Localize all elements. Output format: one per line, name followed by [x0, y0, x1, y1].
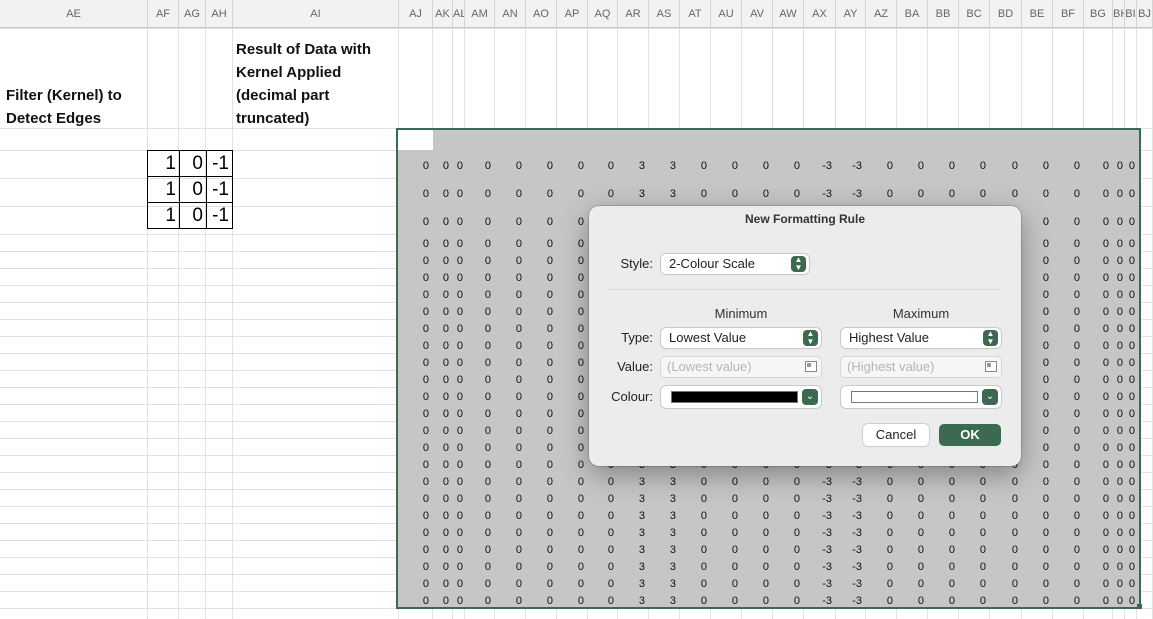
kernel-cell[interactable]: 1	[147, 176, 180, 203]
maximum-header: Maximum	[892, 306, 950, 321]
column-header[interactable]: AU	[711, 0, 742, 28]
colour-label: Colour:	[611, 389, 653, 404]
column-header[interactable]: BD	[990, 0, 1022, 28]
type-label: Type:	[621, 330, 653, 345]
kernel-cell[interactable]: -1	[206, 150, 233, 177]
column-header[interactable]: AO	[526, 0, 557, 28]
kernel-cell[interactable]: -1	[206, 202, 233, 229]
column-header[interactable]: AL	[453, 0, 465, 28]
ok-button[interactable]: OK	[939, 424, 1001, 446]
cancel-button[interactable]: Cancel	[863, 424, 929, 446]
column-header[interactable]: AZ	[866, 0, 897, 28]
filter-label: Filter (Kernel) to Detect Edges	[6, 84, 122, 130]
grid-hline	[0, 28, 1153, 29]
column-header[interactable]: BA	[897, 0, 928, 28]
column-header[interactable]: BE	[1022, 0, 1053, 28]
column-header[interactable]: AW	[773, 0, 804, 28]
column-header[interactable]: AP	[557, 0, 588, 28]
column-header[interactable]: BJ	[1137, 0, 1153, 28]
column-header[interactable]: BC	[959, 0, 990, 28]
result-label: Result of Data with Kernel Applied (deci…	[236, 38, 371, 130]
value-label: Value:	[617, 359, 653, 374]
maximum-value-placeholder: (Highest value)	[847, 359, 935, 374]
maximum-colour-picker[interactable]: ⌄	[841, 386, 1001, 408]
result-label-line1: Result of Data with	[236, 41, 372, 58]
column-header[interactable]: AI	[233, 0, 399, 28]
filter-label-line2: Detect Edges	[6, 110, 102, 127]
maximum-type-value: Highest Value	[849, 330, 929, 345]
minimum-header: Minimum	[714, 306, 768, 321]
style-select[interactable]: 2-Colour Scale ▲ ▼	[661, 254, 809, 274]
column-header[interactable]: AH	[206, 0, 233, 28]
kernel-cell[interactable]: 0	[179, 150, 207, 177]
column-header[interactable]: BH	[1113, 0, 1125, 28]
grid-vline	[205, 28, 206, 619]
kernel-row: 1 0 -1	[147, 176, 233, 203]
result-label-line3: (decimal part	[236, 87, 330, 104]
column-header[interactable]: AQ	[588, 0, 618, 28]
kernel-cell[interactable]: 1	[147, 202, 180, 229]
column-header[interactable]: AS	[649, 0, 680, 28]
grid-vline	[232, 28, 233, 619]
minimum-type-value: Lowest Value	[669, 330, 747, 345]
style-label: Style:	[620, 256, 653, 271]
maximum-colour-swatch	[851, 391, 978, 403]
column-header[interactable]: BF	[1053, 0, 1084, 28]
dialog-separator	[609, 289, 1001, 290]
fill-handle[interactable]	[1137, 604, 1142, 609]
minimum-type-select[interactable]: Lowest Value ▲ ▼	[661, 328, 821, 348]
minimum-colour-picker[interactable]: ⌄	[661, 386, 821, 408]
minimum-colour-swatch	[671, 391, 798, 403]
kernel-cell[interactable]: 0	[179, 202, 207, 229]
column-header[interactable]: AR	[618, 0, 649, 28]
column-header[interactable]: BI	[1125, 0, 1137, 28]
kernel-cell[interactable]: 0	[179, 176, 207, 203]
column-header[interactable]: AG	[179, 0, 206, 28]
kernel-matrix: 1 0 -1 1 0 -1 1 0 -1	[147, 150, 233, 229]
chevron-down-icon: ⌄	[802, 389, 818, 405]
column-header[interactable]: BG	[1084, 0, 1113, 28]
column-header[interactable]: AN	[495, 0, 526, 28]
up-down-stepper-icon: ▲ ▼	[803, 330, 818, 346]
kernel-row: 1 0 -1	[147, 150, 233, 177]
grid-vline	[147, 28, 148, 619]
column-header[interactable]: AE	[0, 0, 148, 28]
kernel-row: 1 0 -1	[147, 202, 233, 229]
column-header[interactable]: AY	[836, 0, 866, 28]
cell-reference-icon	[805, 361, 817, 372]
new-formatting-rule-dialog: New Formatting Rule Style: 2-Colour Scal…	[589, 206, 1021, 466]
column-header[interactable]: AF	[148, 0, 179, 28]
maximum-type-select[interactable]: Highest Value ▲ ▼	[841, 328, 1001, 348]
maximum-value-field: (Highest value)	[841, 357, 1001, 377]
style-select-value: 2-Colour Scale	[669, 256, 755, 271]
result-label-line2: Kernel Applied	[236, 64, 342, 81]
chevron-down-icon: ⌄	[982, 389, 998, 405]
column-header[interactable]: BB	[928, 0, 959, 28]
kernel-cell[interactable]: 1	[147, 150, 180, 177]
cell-reference-icon	[985, 361, 997, 372]
column-header[interactable]: AX	[804, 0, 836, 28]
grid-vline	[178, 28, 179, 619]
up-down-stepper-icon: ▲ ▼	[983, 330, 998, 346]
filter-label-line1: Filter (Kernel) to	[6, 87, 122, 104]
column-header[interactable]: AV	[742, 0, 773, 28]
dialog-title: New Formatting Rule	[744, 212, 865, 226]
column-header[interactable]: AJ	[399, 0, 433, 28]
column-header[interactable]: AK	[433, 0, 453, 28]
kernel-cell[interactable]: -1	[206, 176, 233, 203]
minimum-value-field: (Lowest value)	[661, 357, 821, 377]
result-label-line4: truncated)	[236, 110, 310, 127]
up-down-stepper-icon: ▲ ▼	[791, 256, 806, 272]
minimum-value-placeholder: (Lowest value)	[667, 359, 752, 374]
column-header[interactable]: AT	[680, 0, 711, 28]
column-header[interactable]: AM	[465, 0, 495, 28]
